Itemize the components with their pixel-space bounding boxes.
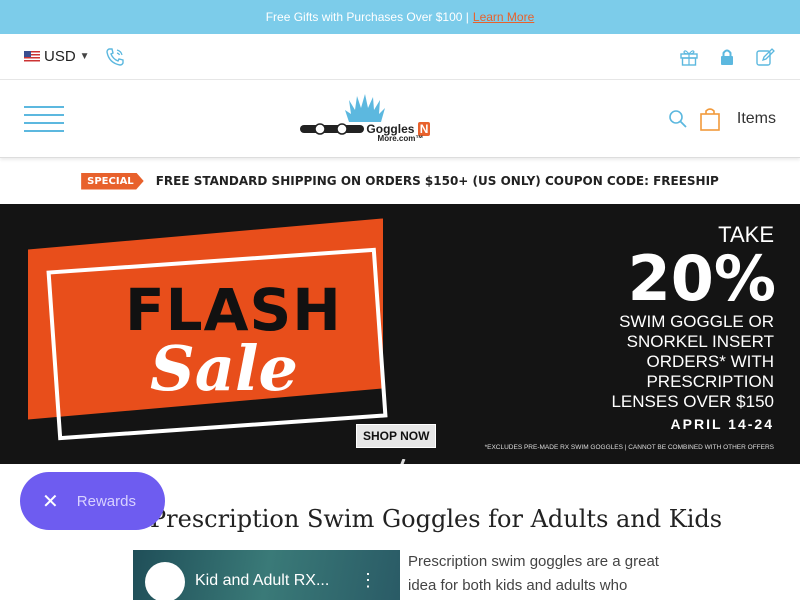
currency-label: USD [44, 48, 76, 65]
banner-description: SWIM GOGGLE OR SNORKEL INSERT ORDERS* WI… [611, 312, 774, 411]
logo-splash-icon [345, 94, 386, 122]
intro-paragraph: Prescription swim goggles are a great id… [408, 553, 659, 594]
shop-now-button[interactable]: SHOP NOW [356, 424, 437, 448]
page-title: Prescription Swim Goggles for Adults and… [150, 505, 723, 533]
phone-icon[interactable] [104, 46, 126, 68]
special-badge: SPECIAL [81, 172, 144, 190]
video-embed[interactable]: Kid and Adult RX... ⋮ [133, 550, 400, 600]
goggles-icon [300, 123, 365, 135]
shopping-bag-icon[interactable] [699, 107, 721, 131]
utility-bar: USD ▼ [0, 34, 800, 80]
main-nav: Goggles N More.com™ Items [0, 80, 800, 158]
snorkel-mask-icon [400, 459, 406, 464]
pink-goggles-icon [455, 459, 595, 464]
more-options-icon[interactable]: ⋮ [359, 570, 377, 591]
promo-bar: SPECIAL FREE STANDARD SHIPPING ON ORDERS… [0, 158, 800, 204]
banner-sale-text: Sale [150, 332, 298, 405]
learn-more-link[interactable]: Learn More [473, 10, 534, 24]
announcement-bar: Free Gifts with Purchases Over $100 | Le… [0, 0, 800, 34]
edit-icon[interactable] [754, 46, 776, 68]
rewards-label: Rewards [76, 492, 136, 510]
promo-text: FREE STANDARD SHIPPING ON ORDERS $150+ (… [155, 174, 719, 188]
site-logo[interactable]: Goggles N More.com™ [285, 94, 445, 143]
currency-selector[interactable]: USD ▼ [24, 48, 90, 65]
menu-icon[interactable] [24, 105, 64, 132]
rewards-widget[interactable]: ✕ Rewards [20, 472, 165, 530]
flag-icon [24, 51, 40, 62]
announcement-text: Free Gifts with Purchases Over $100 | [265, 10, 469, 24]
channel-avatar [145, 562, 185, 600]
banner-fineprint: *EXCLUDES PRE-MADE RX SWIM GOGGLES | CAN… [484, 444, 774, 451]
flash-sale-banner[interactable]: FLASH Sale TAKE 20% SWIM GOGGLE OR SNORK… [0, 204, 800, 464]
cart-items-label[interactable]: Items [737, 110, 776, 128]
close-icon[interactable]: ✕ [42, 489, 59, 514]
gift-icon[interactable] [678, 46, 700, 68]
banner-percent: 20% [627, 242, 776, 315]
logo-subtext: More.com™ [377, 134, 424, 143]
banner-dates: APRIL 14-24 [670, 416, 774, 432]
chevron-down-icon: ▼ [79, 51, 90, 62]
lock-icon[interactable] [716, 46, 738, 68]
search-icon[interactable] [667, 108, 689, 130]
video-title[interactable]: Kid and Adult RX... [195, 572, 329, 590]
